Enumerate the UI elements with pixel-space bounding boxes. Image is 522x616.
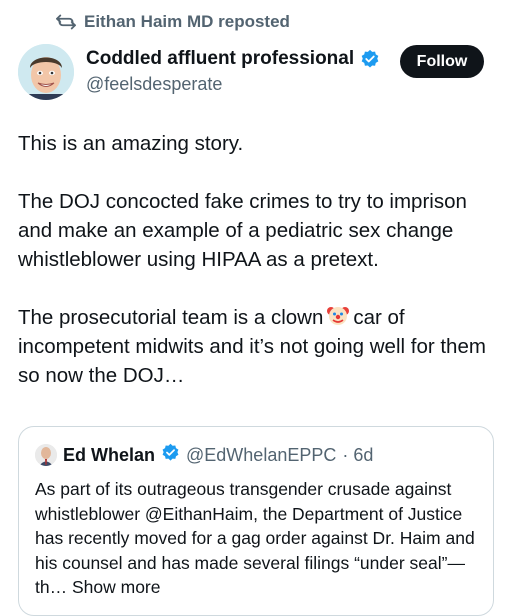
verified-badge-icon xyxy=(360,49,380,69)
show-more-link[interactable]: Show more xyxy=(72,577,161,597)
clown-emoji-icon xyxy=(326,303,350,327)
quote-text: As part of its outrageous transgender cr… xyxy=(35,477,481,600)
quote-author-name[interactable]: Ed Whelan xyxy=(63,445,155,466)
author-avatar[interactable] xyxy=(18,44,74,100)
author-handle[interactable]: @feelsdesperate xyxy=(86,74,380,95)
post-paragraph-3: The prosecutorial team is a clown car of… xyxy=(18,303,506,390)
follow-button[interactable]: Follow xyxy=(400,45,484,78)
quote-timestamp[interactable]: · 6d xyxy=(342,445,373,466)
repost-icon xyxy=(56,13,76,31)
quote-author-handle[interactable]: @EdWhelanEPPC xyxy=(186,445,336,466)
quote-author-avatar[interactable] xyxy=(35,444,57,466)
repost-indicator[interactable]: Eithan Haim MD reposted xyxy=(56,12,290,32)
quote-verified-badge-icon xyxy=(161,443,180,467)
author-name[interactable]: Coddled affluent professional xyxy=(86,48,354,70)
post-text: This is an amazing story. The DOJ concoc… xyxy=(18,129,506,419)
post-paragraph-2: The DOJ concocted fake crimes to try to … xyxy=(18,190,467,271)
post-paragraph-1: This is an amazing story. xyxy=(18,132,244,155)
post-paragraph-3-start: The prosecutorial team is a clown xyxy=(18,306,324,329)
quoted-post[interactable]: Ed Whelan @EdWhelanEPPC · 6d As part of … xyxy=(18,426,494,616)
repost-text: Eithan Haim MD reposted xyxy=(84,12,290,31)
